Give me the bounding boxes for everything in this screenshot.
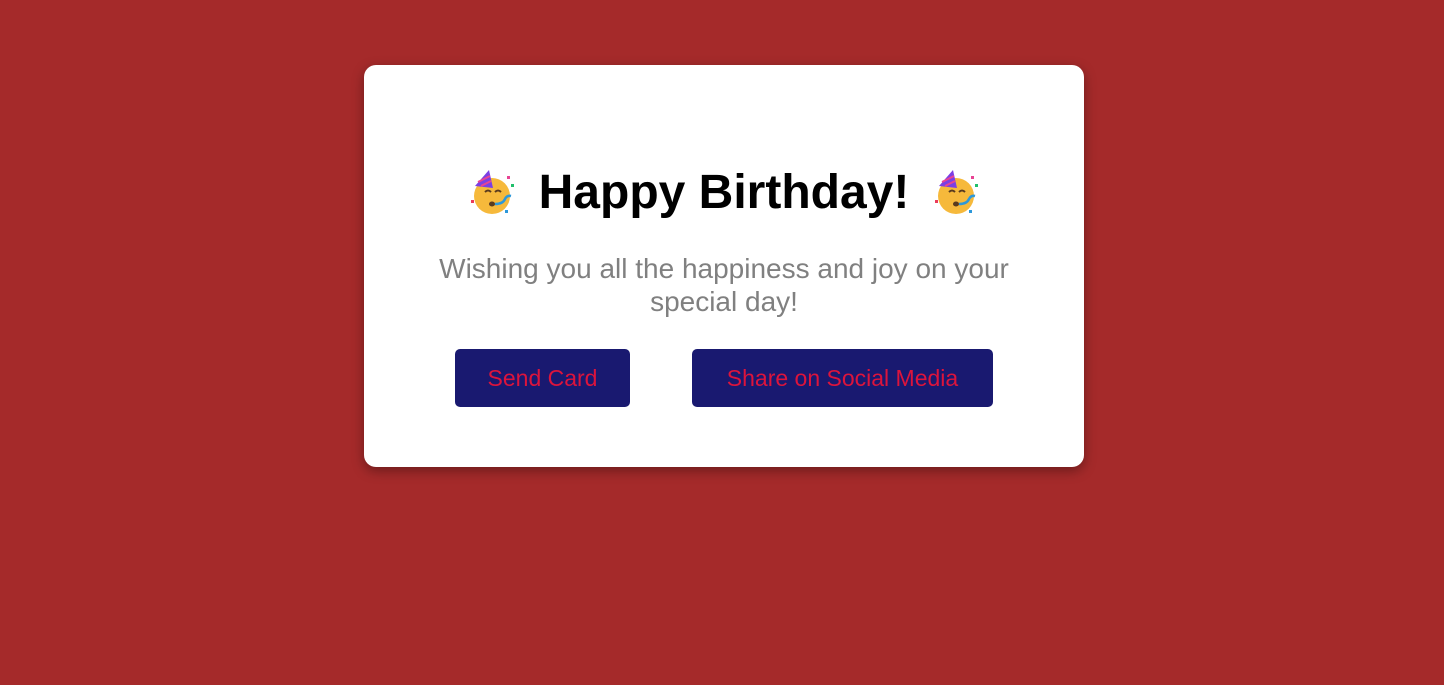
birthday-card: Happy Birthday! Wishing you all the happ… — [364, 65, 1084, 467]
partying-face-icon — [470, 170, 514, 214]
title-row: Happy Birthday! — [364, 165, 1084, 221]
page-title: Happy Birthday! — [538, 166, 910, 219]
birthday-message: Wishing you all the happiness and joy on… — [439, 253, 1009, 317]
share-social-media-button[interactable]: Share on Social Media — [692, 349, 993, 407]
partying-face-icon — [935, 170, 979, 214]
send-card-button[interactable]: Send Card — [455, 349, 630, 407]
